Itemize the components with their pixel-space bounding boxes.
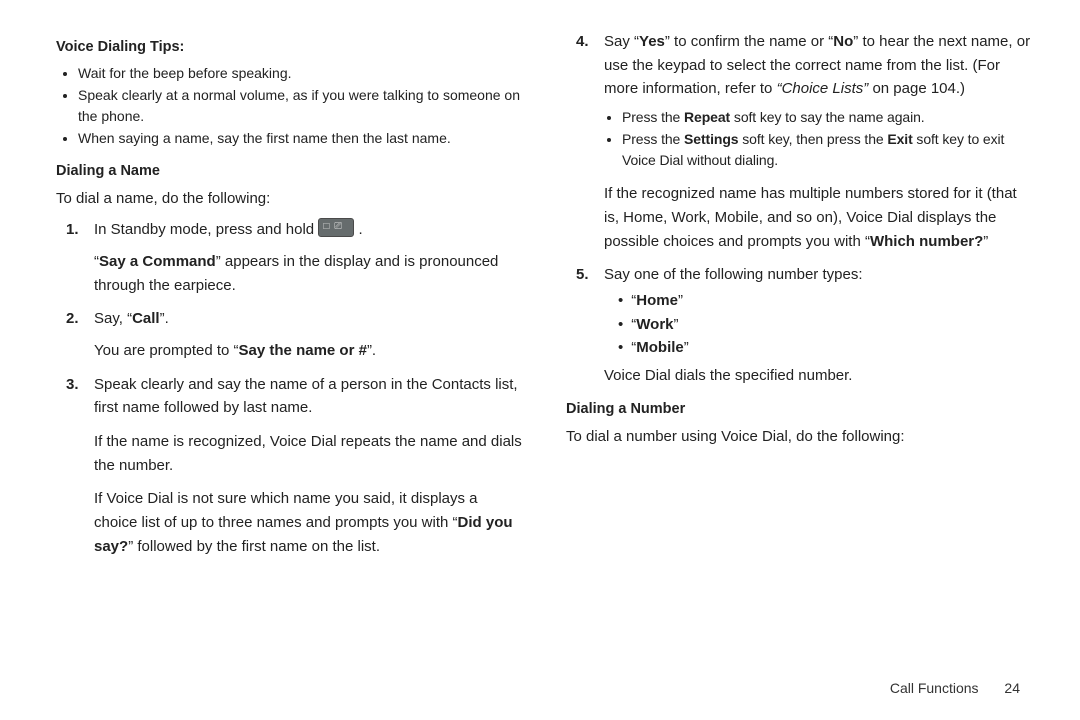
step-1: In Standby mode, press and hold . “Say a… [94, 218, 524, 297]
sub-item: Press the Settings soft key, then press … [622, 129, 1034, 172]
tip-item: Speak clearly at a normal volume, as if … [78, 85, 524, 128]
right-column: Say “Yes” to confirm the name or “No” to… [566, 30, 1034, 670]
text: ”. [160, 310, 169, 327]
step-paragraph: Speak clearly and say the name of a pers… [94, 373, 524, 420]
tips-list: Wait for the beep before speaking. Speak… [56, 63, 524, 150]
step-paragraph: If the recognized name has multiple numb… [604, 182, 1034, 253]
step-text: In Standby mode, press and hold [94, 221, 318, 238]
text: Press the [622, 131, 684, 147]
bold-text: Repeat [684, 109, 730, 125]
text: ”. [367, 342, 376, 359]
bold-text: Settings [684, 131, 738, 147]
bold-text: Call [132, 310, 160, 327]
step-text: . [354, 221, 362, 238]
step-paragraph: Say “Yes” to confirm the name or “No” to… [604, 30, 1034, 101]
text: ” followed by the first name on the list… [128, 538, 380, 555]
page-footer: Call Functions 24 [890, 680, 1020, 696]
text: Say “ [604, 33, 639, 50]
list-item: “Work” [618, 313, 1034, 337]
list-item: “Mobile” [618, 336, 1034, 360]
bold-text: Say the name or # [239, 342, 367, 359]
sub-item: Press the Repeat soft key to say the nam… [622, 107, 1034, 129]
step-paragraph: If Voice Dial is not sure which name you… [94, 487, 524, 558]
step-3: Speak clearly and say the name of a pers… [94, 373, 524, 559]
tip-item: When saying a name, say the first name t… [78, 128, 524, 150]
voice-key-icon [318, 218, 354, 237]
dial-number-intro: To dial a number using Voice Dial, do th… [566, 425, 1034, 449]
text: You are prompted to “ [94, 342, 239, 359]
heading-voice-dialing-tips: Voice Dialing Tips: [56, 36, 524, 59]
left-column: Voice Dialing Tips: Wait for the beep be… [56, 30, 524, 670]
step-paragraph: Say one of the following number types: [604, 263, 1034, 287]
bold-text: No [833, 33, 853, 50]
bold-text: Mobile [636, 339, 684, 356]
heading-dialing-a-name: Dialing a Name [56, 160, 524, 183]
text: soft key to say the name again. [730, 109, 924, 125]
manual-page: Voice Dialing Tips: Wait for the beep be… [0, 0, 1080, 680]
bold-text: Which number? [870, 233, 983, 250]
bold-text: Say a Command [99, 253, 216, 270]
step-paragraph: “Say a Command” appears in the display a… [94, 250, 524, 297]
step-paragraph: Voice Dial dials the specified number. [604, 364, 1034, 388]
tip-item: Wait for the beep before speaking. [78, 63, 524, 85]
dial-name-steps-continued: Say “Yes” to confirm the name or “No” to… [566, 30, 1034, 388]
step-4: Say “Yes” to confirm the name or “No” to… [604, 30, 1034, 253]
bold-text: Exit [887, 131, 912, 147]
step-paragraph: If the name is recognized, Voice Dial re… [94, 430, 524, 477]
step-2: Say, “Call”. You are prompted to “Say th… [94, 307, 524, 362]
step-paragraph: You are prompted to “Say the name or #”. [94, 339, 524, 363]
text: soft key, then press the [738, 131, 887, 147]
dial-name-steps: In Standby mode, press and hold . “Say a… [56, 218, 524, 558]
list-item: “Home” [618, 289, 1034, 313]
dial-name-intro: To dial a name, do the following: [56, 187, 524, 211]
bold-text: Work [636, 316, 673, 333]
text: Press the [622, 109, 684, 125]
footer-page-number: 24 [1004, 680, 1020, 696]
step4-sublist: Press the Repeat soft key to say the nam… [604, 107, 1034, 172]
step-5: Say one of the following number types: “… [604, 263, 1034, 387]
italic-text: “Choice Lists” [777, 80, 869, 97]
heading-dialing-a-number: Dialing a Number [566, 398, 1034, 421]
bold-text: Yes [639, 33, 665, 50]
text: ” to confirm the name or “ [665, 33, 833, 50]
footer-section: Call Functions [890, 680, 979, 696]
text: Say, “ [94, 310, 132, 327]
text: If Voice Dial is not sure which name you… [94, 490, 478, 531]
text: on page 104.) [868, 80, 965, 97]
number-types-list: “Home” “Work” “Mobile” [604, 289, 1034, 360]
bold-text: Home [636, 292, 678, 309]
text: ” [983, 233, 988, 250]
